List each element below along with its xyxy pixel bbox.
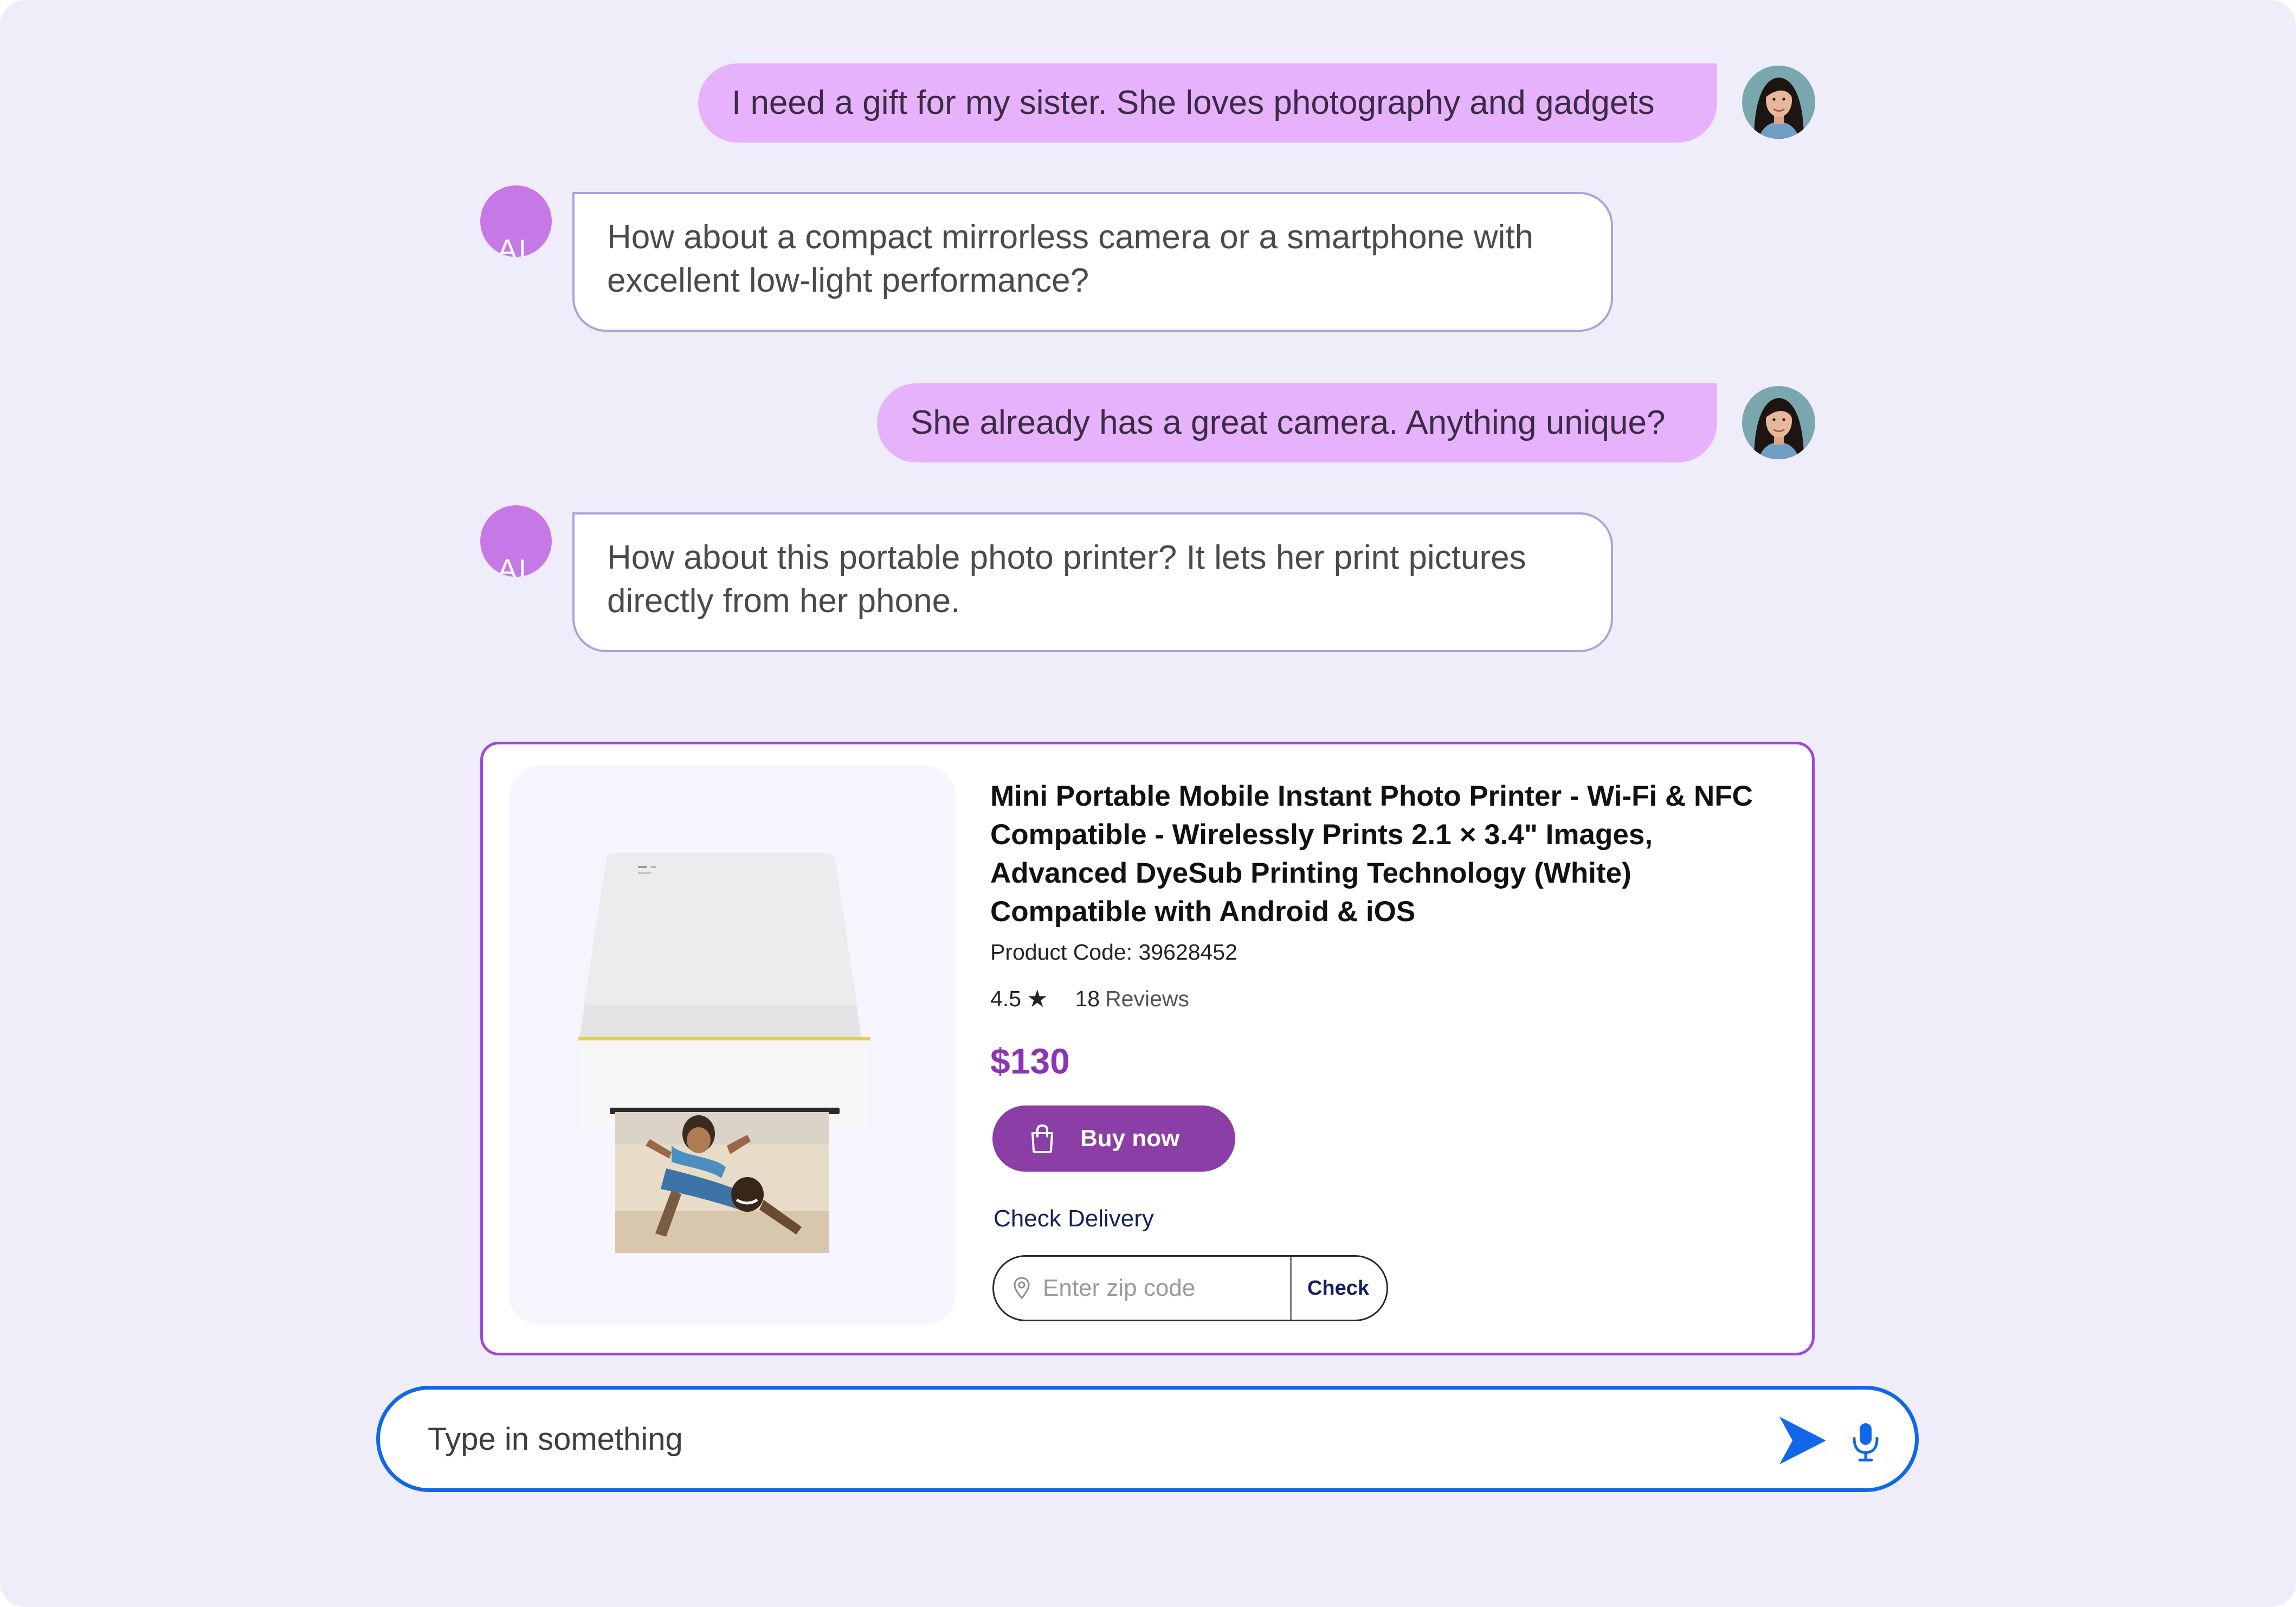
check-zip-button[interactable]: Check (1298, 1257, 1379, 1320)
message-input[interactable] (427, 1411, 1730, 1467)
user-message-text: I need a gift for my sister. She loves p… (732, 84, 1655, 121)
buy-now-button[interactable]: Buy now (992, 1105, 1235, 1172)
ai-avatar: AI (480, 185, 552, 257)
product-title-line: Compatible with Android & iOS (990, 896, 1416, 928)
location-pin-icon (1014, 1277, 1030, 1300)
user-message-text: She already has a great camera. Anything… (911, 404, 1666, 441)
user-avatar (1742, 386, 1815, 459)
ai-message-line: How about this portable photo printer? I… (607, 539, 1526, 576)
microphone-icon[interactable] (1847, 1413, 1885, 1468)
ai-avatar-label: AI (498, 234, 528, 257)
product-title[interactable]: Mini Portable Mobile Instant Photo Print… (990, 777, 1798, 931)
product-title-line: Mini Portable Mobile Instant Photo Print… (990, 780, 1753, 812)
ai-message-line: directly from her phone. (607, 582, 960, 620)
star-icon: ★ (1027, 986, 1048, 1012)
photo-printer-image (578, 853, 870, 1253)
ai-message-line: excellent low-light performance? (607, 262, 1089, 299)
ai-message-bubble: How about a compact mirrorless camera or… (572, 192, 1613, 332)
rating-value: 4.5 (990, 986, 1021, 1011)
zip-field-divider (1290, 1257, 1292, 1320)
user-message-bubble: She already has a great camera. Anything… (877, 383, 1717, 462)
reviews-link[interactable]: 18 Reviews (1075, 986, 1189, 1012)
shopping-bag-icon (1031, 1124, 1053, 1153)
send-icon[interactable] (1776, 1413, 1828, 1468)
product-card: Mini Portable Mobile Instant Photo Print… (480, 742, 1815, 1355)
zip-code-field: Check (992, 1255, 1388, 1321)
ai-message-bubble: How about this portable photo printer? I… (572, 512, 1613, 652)
check-delivery-label: Check Delivery (994, 1205, 1154, 1232)
ai-avatar-label: AI (498, 554, 528, 577)
reviews-label: Reviews (1105, 986, 1189, 1011)
chat-window: I need a gift for my sister. She loves p… (0, 0, 2296, 1607)
rating-row: 4.5 ★ 18 Reviews (990, 985, 1189, 1013)
ai-message-line: How about a compact mirrorless camera or… (607, 218, 1534, 256)
user-avatar (1742, 66, 1815, 139)
product-price: $130 (990, 1041, 1070, 1081)
reviews-count: 18 (1075, 986, 1100, 1011)
product-code: Product Code: 39628452 (990, 940, 1237, 965)
user-message-bubble: I need a gift for my sister. She loves p… (698, 63, 1717, 143)
product-image-panel[interactable] (509, 766, 956, 1325)
ai-avatar: AI (480, 505, 552, 577)
buy-now-label: Buy now (1080, 1125, 1180, 1152)
message-composer (376, 1386, 1919, 1492)
zip-code-input[interactable] (1042, 1274, 1282, 1302)
product-title-line: Compatible - Wirelessly Prints 2.1 × 3.4… (990, 819, 1653, 851)
product-title-line: Advanced DyeSub Printing Technology (Whi… (990, 857, 1631, 889)
